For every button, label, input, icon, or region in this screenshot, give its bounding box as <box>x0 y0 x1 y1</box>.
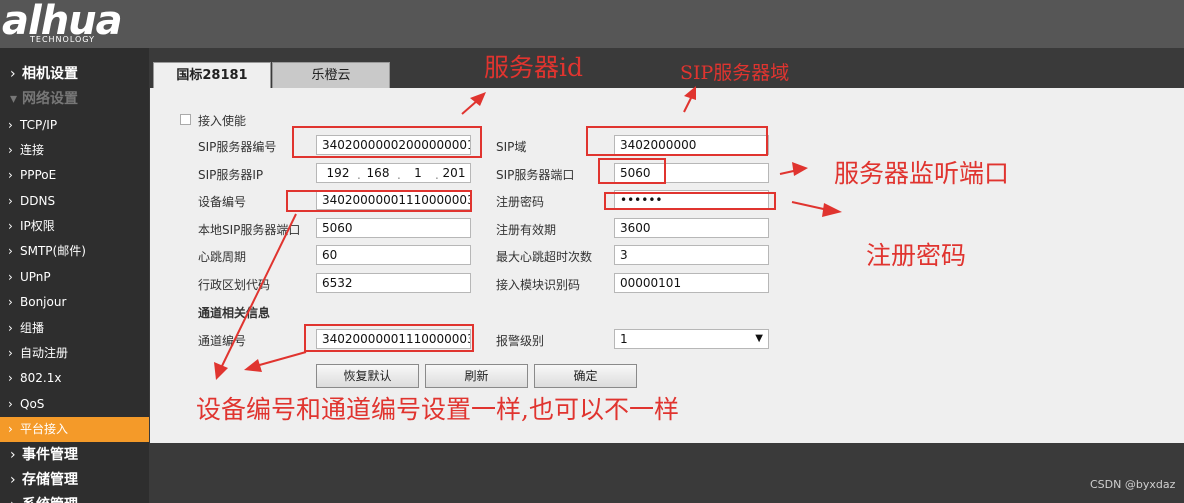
annotation-arrows <box>214 86 842 380</box>
watermark: CSDN @byxdaz <box>1090 478 1176 491</box>
